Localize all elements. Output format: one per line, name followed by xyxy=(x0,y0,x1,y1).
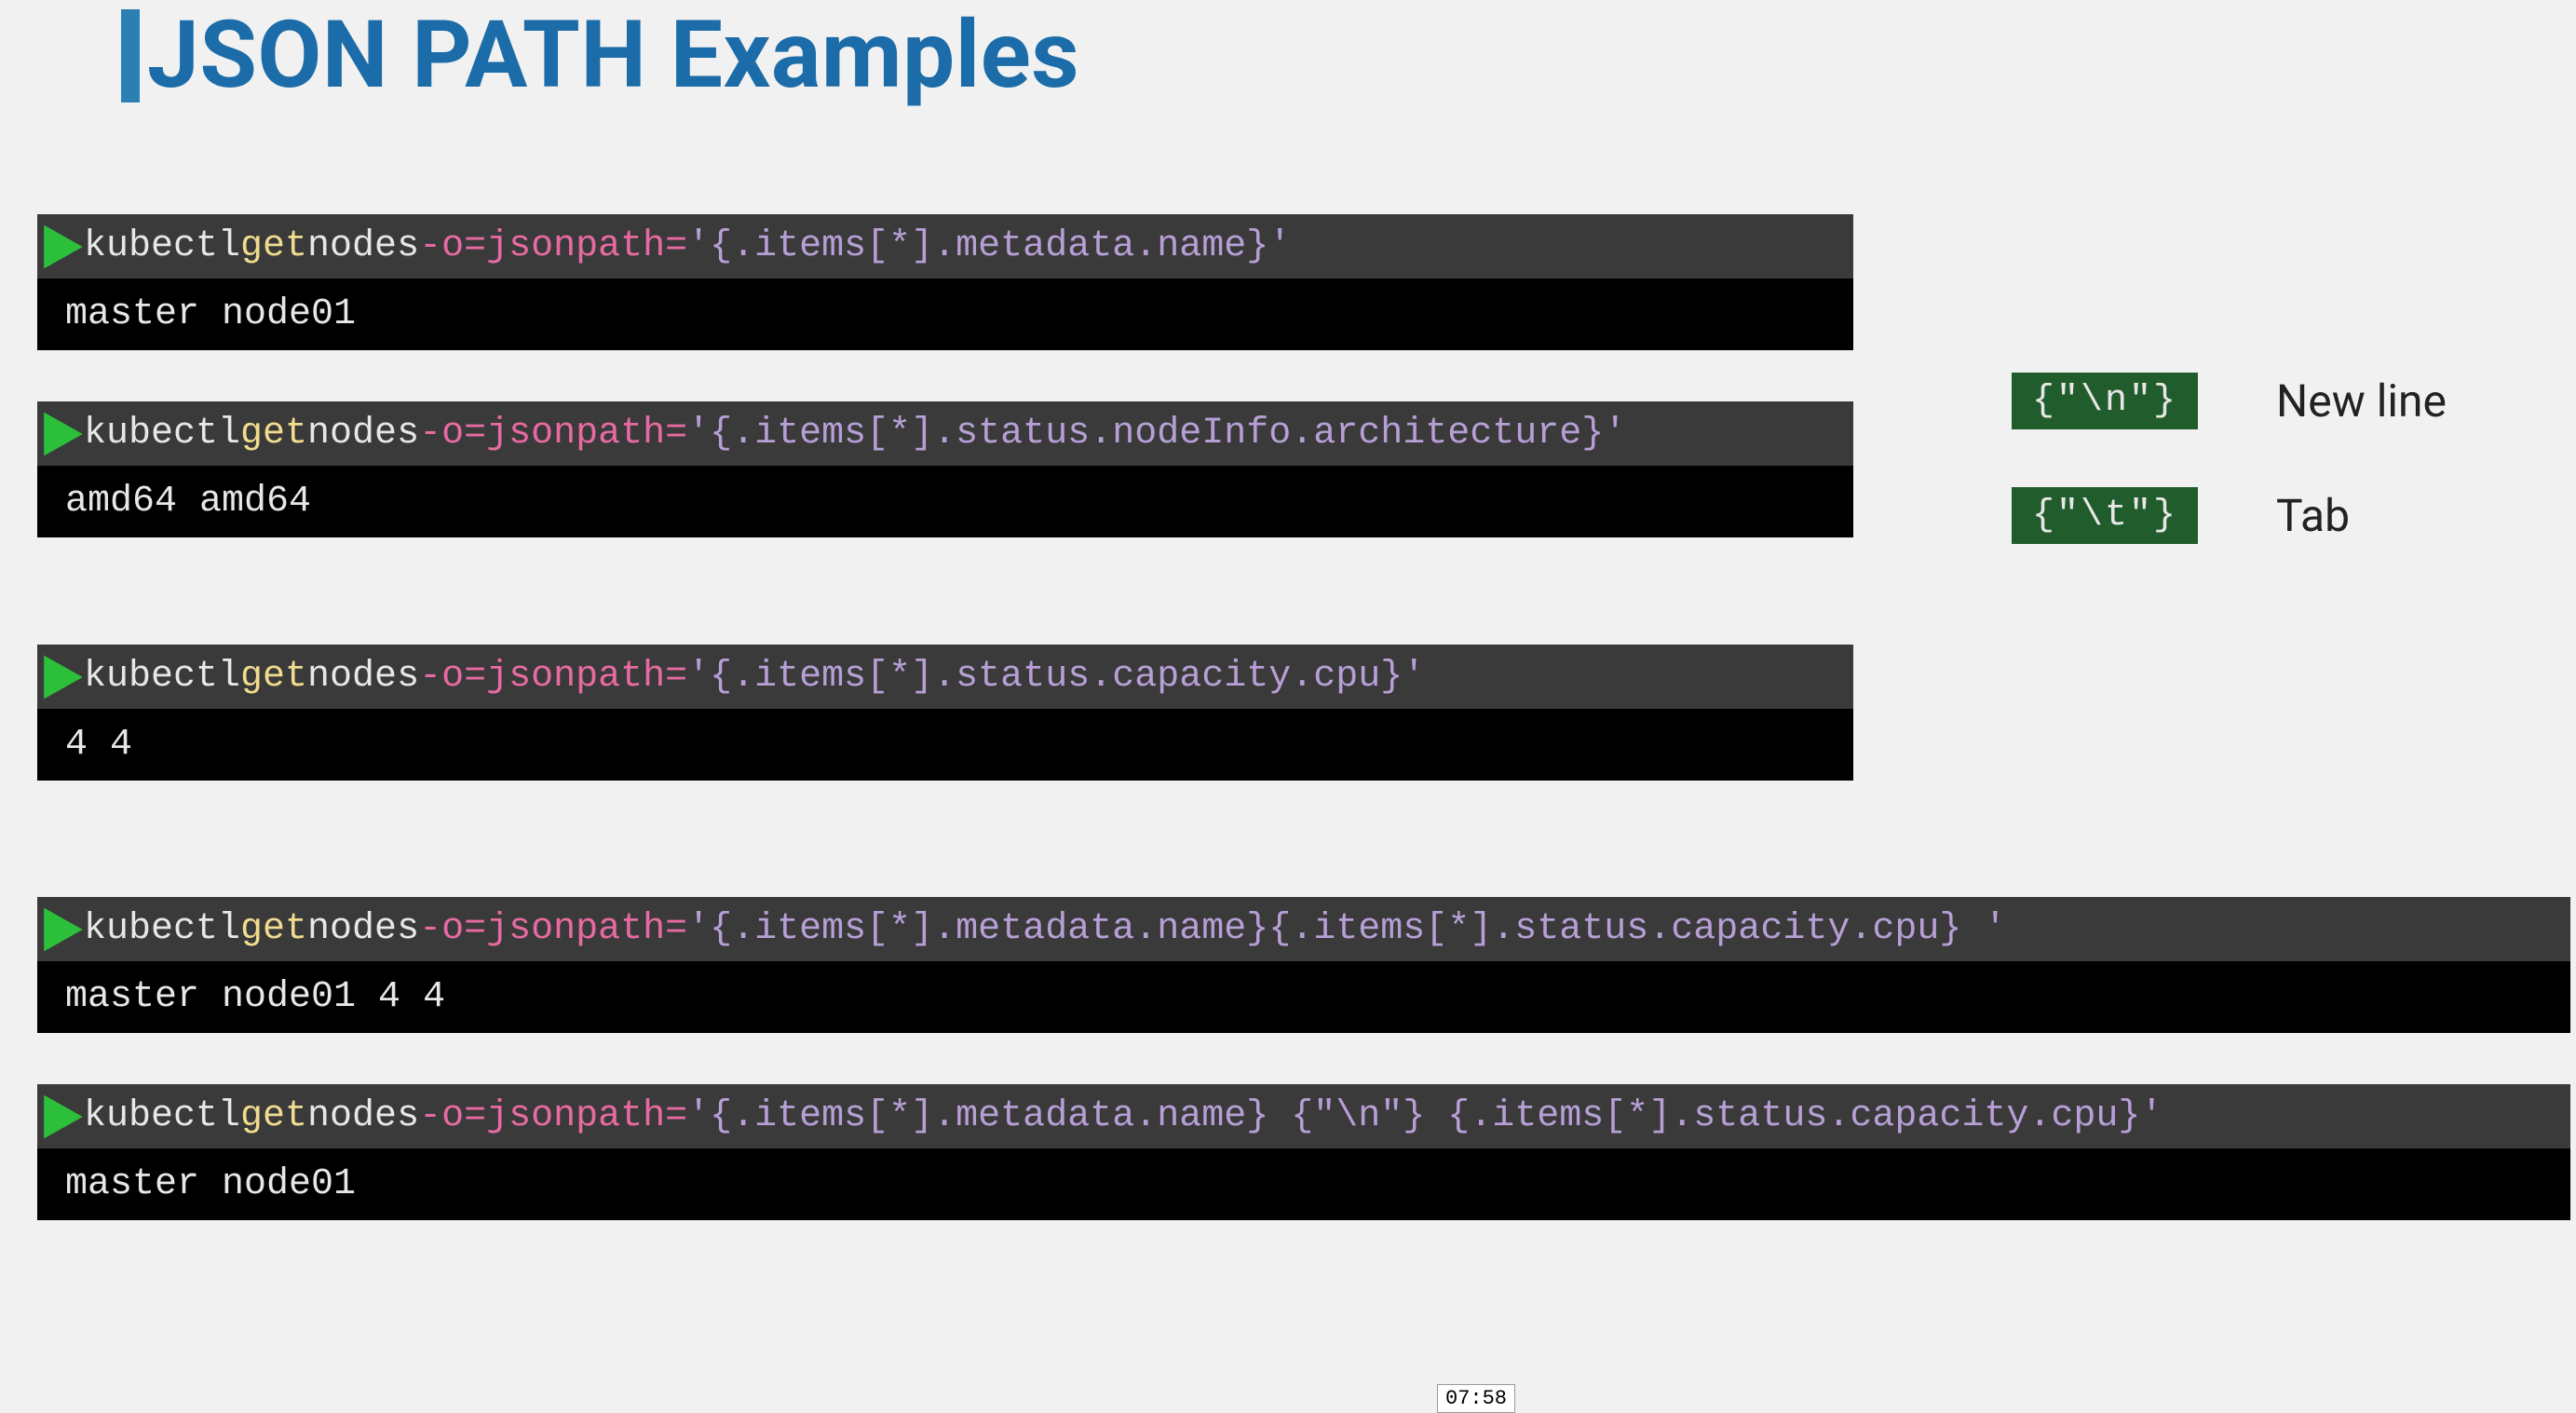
cmd-seg-nodes: nodes xyxy=(307,225,419,267)
command-line: kubectl get nodes -o=jsonpath= '{.items[… xyxy=(37,897,2570,961)
command-line: kubectl get nodes -o=jsonpath= '{.items[… xyxy=(37,401,1853,466)
video-timer: 07:58 xyxy=(1437,1384,1515,1413)
command-line: kubectl get nodes -o=jsonpath= '{.items[… xyxy=(37,214,1853,279)
cmd-seg-kubectl: kubectl xyxy=(84,1095,240,1137)
command-output: 4 4 xyxy=(37,709,1853,781)
cmd-seg-path: '{.items[*].metadata.name}{.items[*].sta… xyxy=(687,908,2006,950)
cmd-seg-nodes: nodes xyxy=(307,1095,419,1137)
command-output: master node01 xyxy=(37,279,1853,350)
example-block: kubectl get nodes -o=jsonpath= '{.items[… xyxy=(37,401,1853,537)
command-line: kubectl get nodes -o=jsonpath= '{.items[… xyxy=(37,1084,2570,1148)
command-output: amd64 amd64 xyxy=(37,466,1853,537)
play-icon xyxy=(39,1093,88,1141)
example-block: kubectl get nodes -o=jsonpath= '{.items[… xyxy=(37,645,1853,781)
cmd-seg-get: get xyxy=(240,656,307,698)
title-wrap: JSON PATH Examples xyxy=(0,9,2576,102)
cmd-seg-flag: -o=jsonpath= xyxy=(419,908,687,950)
cmd-seg-path: '{.items[*].status.capacity.cpu}' xyxy=(687,656,1425,698)
cmd-seg-get: get xyxy=(240,908,307,950)
example-block: kubectl get nodes -o=jsonpath= '{.items[… xyxy=(37,897,2570,1033)
command-output: master node01 4 4 xyxy=(37,961,2570,1033)
legend-row-newline: {"\n"} New line xyxy=(2012,373,2447,429)
cmd-seg-nodes: nodes xyxy=(307,413,419,455)
legend-label-newline: New line xyxy=(2276,374,2447,428)
play-icon xyxy=(39,410,88,458)
cmd-seg-kubectl: kubectl xyxy=(84,413,240,455)
legend: {"\n"} New line {"\t"} Tab xyxy=(2012,373,2447,544)
cmd-seg-flag: -o=jsonpath= xyxy=(419,1095,687,1137)
title-accent-bar xyxy=(121,9,140,102)
play-icon xyxy=(39,223,88,271)
examples-column: kubectl get nodes -o=jsonpath= '{.items[… xyxy=(37,214,1853,897)
legend-label-tab: Tab xyxy=(2276,489,2350,542)
cmd-seg-nodes: nodes xyxy=(307,908,419,950)
play-icon xyxy=(39,653,88,701)
cmd-seg-get: get xyxy=(240,225,307,267)
cmd-seg-kubectl: kubectl xyxy=(84,225,240,267)
cmd-seg-path: '{.items[*].metadata.name}' xyxy=(687,225,1291,267)
cmd-seg-flag: -o=jsonpath= xyxy=(419,225,687,267)
badge-newline: {"\n"} xyxy=(2012,373,2198,429)
examples-fullwidth: kubectl get nodes -o=jsonpath= '{.items[… xyxy=(37,897,2539,1220)
cmd-seg-kubectl: kubectl xyxy=(84,908,240,950)
cmd-seg-path: '{.items[*].metadata.name} {"\n"} {.item… xyxy=(687,1095,2162,1137)
badge-tab: {"\t"} xyxy=(2012,487,2198,544)
legend-row-tab: {"\t"} Tab xyxy=(2012,487,2447,544)
cmd-seg-flag: -o=jsonpath= xyxy=(419,413,687,455)
play-icon xyxy=(39,905,88,954)
command-line: kubectl get nodes -o=jsonpath= '{.items[… xyxy=(37,645,1853,709)
cmd-seg-get: get xyxy=(240,413,307,455)
cmd-seg-kubectl: kubectl xyxy=(84,656,240,698)
page-title: JSON PATH Examples xyxy=(147,9,1079,102)
example-block: kubectl get nodes -o=jsonpath= '{.items[… xyxy=(37,214,1853,350)
example-block: kubectl get nodes -o=jsonpath= '{.items[… xyxy=(37,1084,2570,1220)
cmd-seg-get: get xyxy=(240,1095,307,1137)
command-output: master node01 xyxy=(37,1148,2570,1220)
cmd-seg-path: '{.items[*].status.nodeInfo.architecture… xyxy=(687,413,1626,455)
cmd-seg-flag: -o=jsonpath= xyxy=(419,656,687,698)
cmd-seg-nodes: nodes xyxy=(307,656,419,698)
